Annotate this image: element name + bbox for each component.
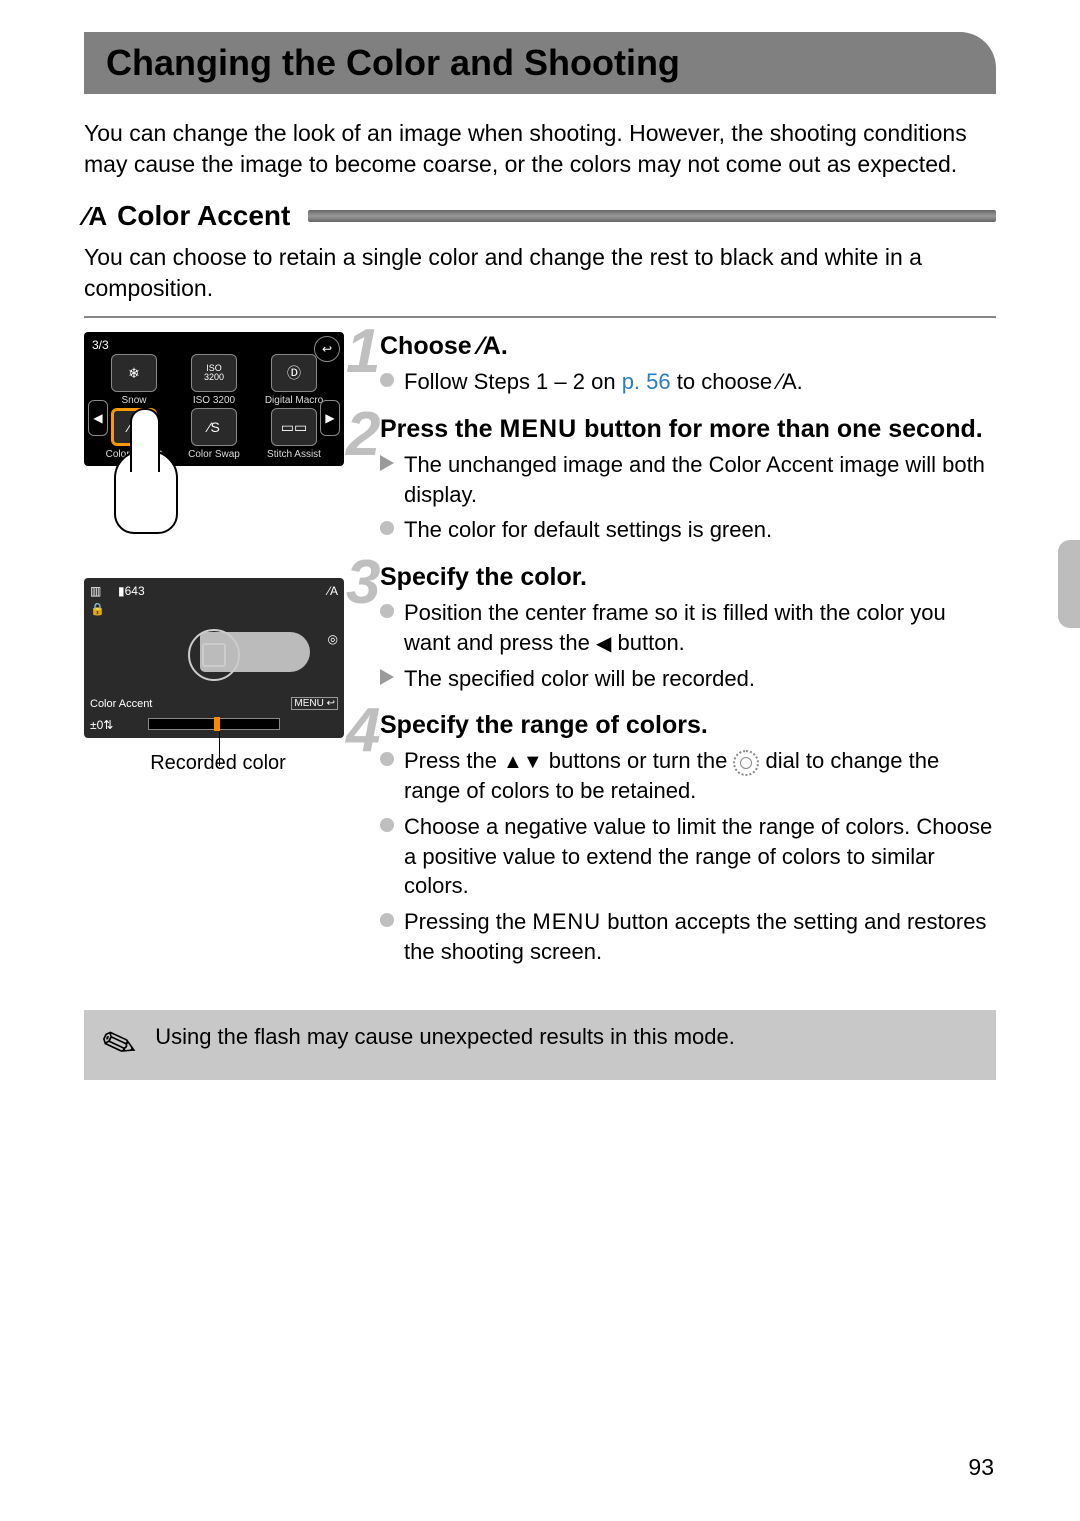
mode-label: Snow (97, 395, 171, 406)
step-bullet: The unchanged image and the Color Accent… (380, 450, 996, 509)
page-left-icon: ◀ (88, 400, 108, 436)
step-title: Specify the color. (380, 563, 996, 592)
range-value: ±0⇅ (90, 718, 113, 732)
mode-icon: ⁄A (328, 584, 338, 598)
page-reference-link[interactable]: p. 56 (622, 369, 671, 394)
mode-icon-digital-macro: Ⓓ (271, 354, 317, 392)
step-title: Specify the range of colors. (380, 711, 996, 740)
mode-label: Color Accent (90, 698, 152, 710)
battery-icon: ▥ (90, 584, 101, 598)
mode-icon-iso3200: ISO3200 (191, 354, 237, 392)
pencil-note-icon: ✎ (96, 1020, 143, 1072)
menu-hint: MENU ↩ (291, 697, 338, 710)
mode-label: Color Swap (177, 449, 251, 460)
step-1: 1 Choose ⁄A. Follow Steps 1 – 2 on p. 56… (376, 332, 996, 397)
section-heading: ⁄A Color Accent (84, 200, 996, 232)
tip-box: ✎ Using the flash may cause unexpected r… (84, 1010, 996, 1080)
page-number: 93 (968, 1454, 994, 1481)
page-title: Changing the Color and Shooting (106, 42, 996, 84)
page-intro: You can change the look of an image when… (84, 118, 996, 180)
step-bullet: Position the center frame so it is fille… (380, 598, 996, 658)
mode-icon-color-swap: ⁄S (191, 408, 237, 446)
step-number: 4 (346, 695, 380, 766)
step-bullet: Press the ▲▼ buttons or turn the dial to… (380, 746, 996, 806)
camera-preview-illustration: ▥ ▮643 🔒 ⁄A ◎ Color Accent MENU ↩ ±0⇅ (84, 578, 344, 738)
section-title: Color Accent (117, 200, 290, 232)
mode-icon: ⁄A (479, 332, 501, 360)
color-slider (148, 718, 280, 730)
step-bullet: Follow Steps 1 – 2 on p. 56 to choose ⁄A… (380, 367, 996, 397)
manual-page: Changing the Color and Shooting You can … (0, 0, 1080, 1521)
mode-label: Stitch Assist (257, 449, 331, 460)
step-bullet: The specified color will be recorded. (380, 664, 996, 694)
lock-icon: 🔒 (90, 602, 105, 616)
target-icon: ◎ (328, 632, 338, 646)
thumb-index-tab (1058, 540, 1080, 628)
menu-button-label: MENU (532, 909, 601, 934)
content-columns: 3/3 ↩ ◀ ▶ ❄Snow ISO3200ISO 3200 ⒹDigital… (84, 332, 996, 984)
section-rule (308, 210, 996, 222)
control-dial-icon (733, 750, 759, 776)
menu-button-label: MENU (500, 415, 578, 443)
divider (84, 316, 996, 318)
step-bullet: The color for default settings is green. (380, 515, 996, 545)
preview-caption: Recorded color (84, 752, 352, 775)
shots-remaining: ▮643 (118, 584, 145, 598)
callout-line (219, 732, 220, 766)
step-4: 4 Specify the range of colors. Press the… (376, 711, 996, 966)
section-subtext: You can choose to retain a single color … (84, 242, 996, 304)
up-down-buttons-icon: ▲▼ (503, 751, 543, 773)
step-number: 3 (346, 547, 380, 618)
step-number: 1 (346, 316, 380, 387)
mode-label: ISO 3200 (177, 395, 251, 406)
step-3: 3 Specify the color. Position the center… (376, 563, 996, 693)
step-bullet: Choose a negative value to limit the ran… (380, 812, 996, 901)
mode-icon-stitch-assist: ▭▭ (271, 408, 317, 446)
left-button-icon: ◀ (596, 633, 611, 655)
step-number: 2 (346, 399, 380, 470)
step-title: Press the MENU button for more than one … (380, 415, 996, 444)
camera-menu-illustration: 3/3 ↩ ◀ ▶ ❄Snow ISO3200ISO 3200 ⒹDigital… (84, 332, 344, 466)
color-accent-mode-icon: ⁄A (84, 201, 107, 232)
illustration-column: 3/3 ↩ ◀ ▶ ❄Snow ISO3200ISO 3200 ⒹDigital… (84, 332, 352, 984)
focus-frame-icon (188, 629, 240, 681)
mode-icon: ⁄A (778, 369, 796, 394)
step-title: Choose ⁄A. (380, 332, 996, 361)
step-bullet: Pressing the MENU button accepts the set… (380, 907, 996, 966)
return-icon: ↩ (314, 336, 340, 362)
mode-icon-snow: ❄ (111, 354, 157, 392)
page-title-bar: Changing the Color and Shooting (84, 32, 996, 94)
pointing-finger-icon (114, 450, 178, 534)
page-right-icon: ▶ (320, 400, 340, 436)
steps-column: 1 Choose ⁄A. Follow Steps 1 – 2 on p. 56… (376, 332, 996, 984)
step-2: 2 Press the MENU button for more than on… (376, 415, 996, 545)
menu-page-counter: 3/3 (90, 338, 109, 352)
tip-text: Using the flash may cause unexpected res… (155, 1024, 735, 1050)
